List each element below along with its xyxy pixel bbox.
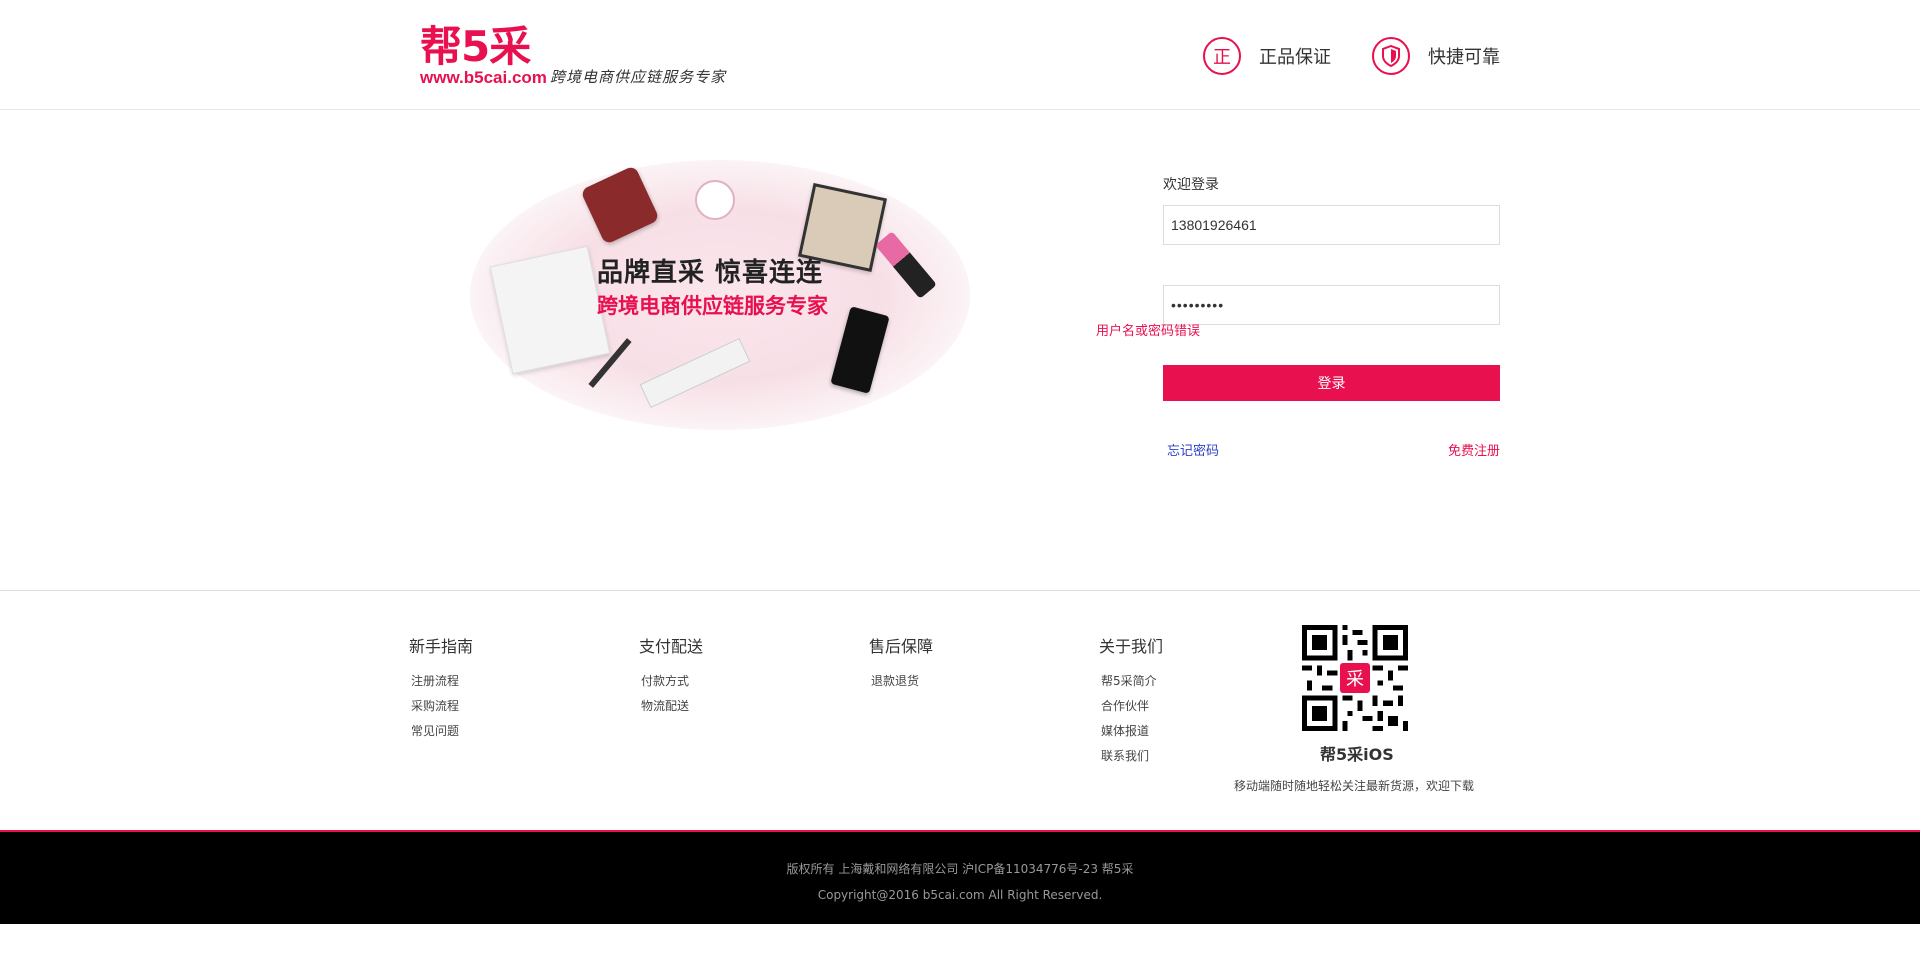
footer-link[interactable]: 退款退货	[869, 669, 933, 694]
banner-headline: 品牌直采 惊喜连连	[597, 258, 824, 288]
footer-link[interactable]: 联系我们	[1099, 744, 1163, 769]
login-title: 欢迎登录	[1163, 177, 1219, 193]
site-logo[interactable]: 帮5采 www.b5cai.com 跨境电商供应链服务专家	[420, 24, 740, 90]
logo-url-text: www.b5cai.com	[420, 68, 547, 87]
logo-slogan: 跨境电商供应链服务专家	[550, 68, 727, 86]
app-description: 移动端随时随地轻松关注最新货源，欢迎下载	[1234, 779, 1475, 793]
footer-link[interactable]: 常见问题	[409, 719, 473, 744]
badge-genuine: 正 正品保证	[1203, 36, 1331, 76]
product-jar-image	[695, 180, 735, 220]
footer-column-title: 新手指南	[409, 637, 474, 656]
copyright-company: 版权所有 上海戴和网络有限公司 沪ICP备11034776号-23 帮5采	[786, 862, 1134, 876]
footer-link[interactable]: 物流配送	[639, 694, 703, 719]
footer-link[interactable]: 采购流程	[409, 694, 473, 719]
footer-copyright-bar: 版权所有 上海戴和网络有限公司 沪ICP备11034776号-23 帮5采 Co…	[0, 830, 1920, 924]
footer-column-aftersales: 售后保障 退款退货	[869, 633, 933, 694]
login-error-message: 用户名或密码错误	[1096, 324, 1201, 339]
footer-column-about: 关于我们 帮5采简介 合作伙伴 媒体报道 联系我们	[1099, 633, 1163, 769]
footer-column-title: 售后保障	[869, 637, 934, 656]
copyright-notice: Copyright@2016 b5cai.com All Right Reser…	[817, 888, 1103, 902]
footer-column-title: 关于我们	[1099, 637, 1164, 656]
login-button[interactable]: 登录	[1163, 365, 1500, 401]
app-qr-code: 采	[1302, 625, 1408, 731]
footer-link[interactable]: 媒体报道	[1099, 719, 1163, 744]
qr-logo-icon: 采	[1340, 663, 1370, 693]
footer-link[interactable]: 注册流程	[409, 669, 473, 694]
genuine-icon: 正	[1203, 37, 1241, 75]
login-form: 欢迎登录 13801926461 ••••••••• 用户名或密码错误 登录 忘…	[1096, 174, 1500, 459]
footer-links-section: 新手指南 注册流程 采购流程 常见问题 支付配送 付款方式 物流配送 售后保障 …	[0, 590, 1920, 832]
logo-brand-text: 帮5采	[420, 22, 531, 71]
footer-column-title: 支付配送	[639, 637, 704, 656]
site-header: 帮5采 www.b5cai.com 跨境电商供应链服务专家 正 正品保证 快捷可…	[0, 0, 1920, 110]
app-name: 帮5采iOS	[1320, 745, 1394, 764]
footer-column-payment: 支付配送 付款方式 物流配送	[639, 633, 703, 719]
badge-reliable: 快捷可靠	[1372, 36, 1500, 76]
footer-link[interactable]: 付款方式	[639, 669, 703, 694]
username-input[interactable]: 13801926461	[1163, 205, 1500, 245]
password-input[interactable]: •••••••••	[1163, 285, 1500, 325]
footer-column-guide: 新手指南 注册流程 采购流程 常见问题	[409, 633, 473, 744]
badge-genuine-label: 正品保证	[1259, 47, 1331, 68]
footer-link[interactable]: 帮5采简介	[1099, 669, 1163, 694]
badge-reliable-label: 快捷可靠	[1428, 47, 1500, 68]
banner-subheadline: 跨境电商供应链服务专家	[597, 293, 828, 318]
register-link[interactable]: 免费注册	[1448, 440, 1500, 459]
footer-link[interactable]: 合作伙伴	[1099, 694, 1163, 719]
shield-icon	[1372, 37, 1410, 75]
promo-banner: 品牌直采 惊喜连连 跨境电商供应链服务专家	[470, 160, 970, 430]
forgot-password-link[interactable]: 忘记密码	[1167, 440, 1219, 459]
